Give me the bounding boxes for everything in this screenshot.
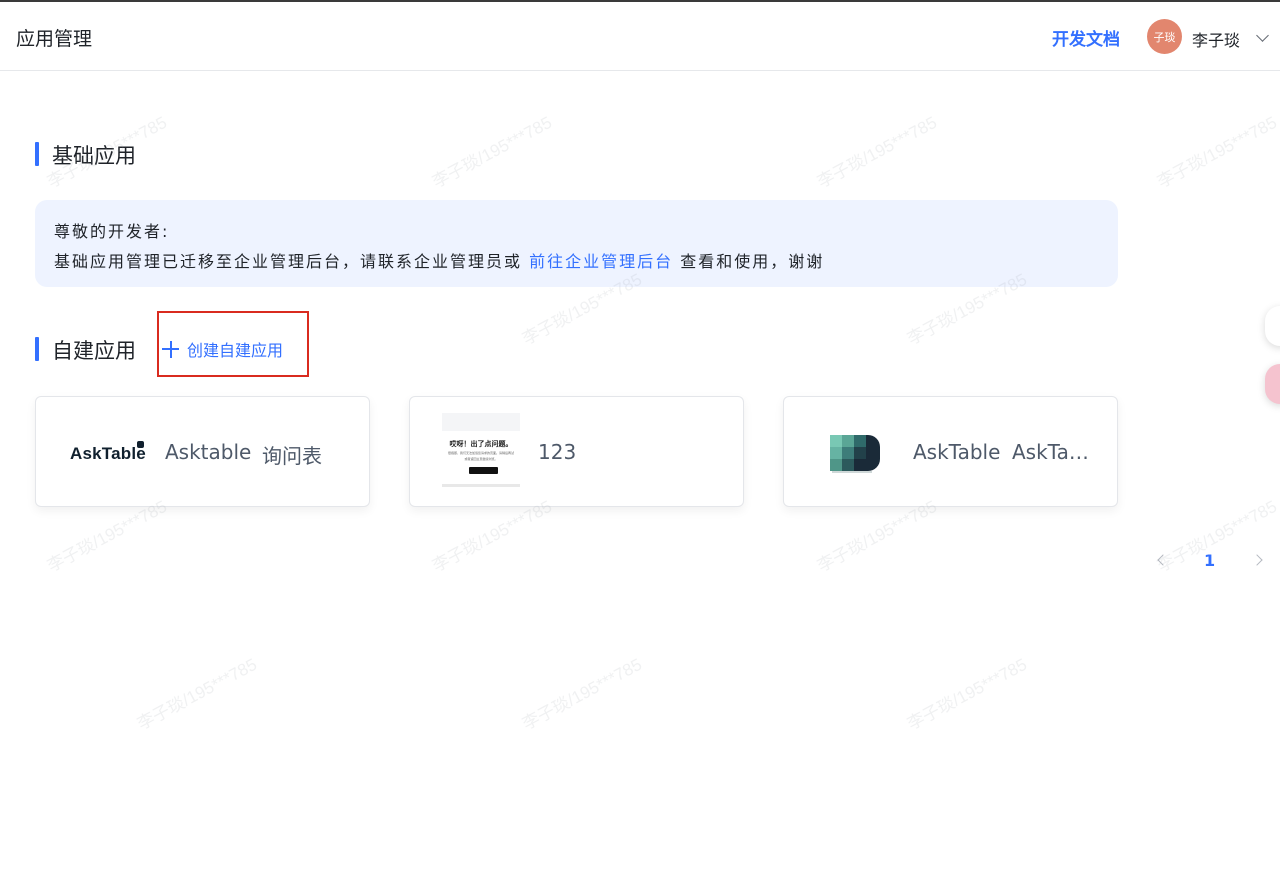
pagination-page-current[interactable]: 1 — [1204, 551, 1215, 570]
app-description: 询问表 — [262, 444, 322, 468]
watermark: 李子琰/195***785 — [904, 654, 1030, 734]
watermark: 李子琰/195***785 — [429, 112, 555, 192]
chevron-down-icon[interactable] — [1256, 29, 1269, 42]
asktable-logo: AskTable — [70, 444, 146, 463]
thumbnail-header — [442, 413, 520, 431]
app-card-asktable-2[interactable]: AskTable AskTab... — [783, 396, 1118, 507]
notice-text-end: 查看和使用，谢谢 — [680, 252, 825, 271]
section-accent-bar — [35, 142, 39, 166]
app-name: Asktable — [165, 440, 252, 464]
floating-widget-icon[interactable] — [1265, 306, 1280, 346]
app-card-asktable[interactable]: AskTable Asktable 询问表 — [35, 396, 370, 507]
user-name[interactable]: 李子琰 — [1192, 27, 1240, 51]
plus-icon — [162, 340, 179, 358]
notice-text: 基础应用管理已迁移至企业管理后台，请联系企业管理员或 — [54, 252, 523, 271]
watermark: 李子琰/195***785 — [134, 654, 260, 734]
thumbnail-text: 很抱歉，我们无法加载您请求的页面。请稍后再试 — [447, 451, 514, 455]
page-title: 应用管理 — [16, 28, 93, 50]
dev-docs-link[interactable]: 开发文档 — [1052, 25, 1120, 50]
app-name: 123 — [538, 440, 577, 464]
enterprise-admin-link[interactable]: 前往企业管理后台 — [529, 252, 673, 271]
notice-greeting: 尊敬的开发者: — [54, 222, 170, 241]
thumbnail-text: 或者返回主页继续浏览。 — [464, 457, 498, 461]
asktable-cube-logo — [830, 435, 880, 473]
watermark: 李子琰/195***785 — [1154, 496, 1280, 576]
pagination-prev-icon[interactable] — [1157, 554, 1169, 566]
app-thumbnail: 哎呀！出了点问题。 很抱歉，我们无法加载您请求的页面。请稍后再试 或者返回主页继… — [442, 413, 520, 487]
pagination-next-icon[interactable] — [1251, 554, 1263, 566]
watermark: 李子琰/195***785 — [519, 654, 645, 734]
floating-assistant-icon[interactable] — [1265, 364, 1280, 404]
section-accent-bar — [35, 337, 39, 361]
migration-notice: 尊敬的开发者: 基础应用管理已迁移至企业管理后台，请联系企业管理员或 前往企业管… — [35, 200, 1118, 287]
asktable-logo-mark — [137, 441, 144, 448]
watermark: 李子琰/195***785 — [1154, 112, 1280, 192]
app-description: AskTab... — [1012, 440, 1098, 464]
notice-body: 基础应用管理已迁移至企业管理后台，请联系企业管理员或 前往企业管理后台 查看和使… — [54, 248, 824, 272]
thumbnail-footer — [442, 484, 520, 487]
app-card-123[interactable]: 哎呀！出了点问题。 很抱歉，我们无法加载您请求的页面。请稍后再试 或者返回主页继… — [409, 396, 744, 507]
thumbnail-button — [469, 467, 498, 474]
thumbnail-title: 哎呀！出了点问题。 — [449, 440, 513, 448]
top-bar: 应用管理 开发文档 子琰 李子琰 — [0, 0, 1280, 71]
section-title-custom-apps: 自建应用 — [52, 339, 136, 363]
create-custom-app-button[interactable]: 创建自建应用 — [162, 337, 283, 361]
watermark: 李子琰/195***785 — [814, 112, 940, 192]
avatar[interactable]: 子琰 — [1147, 19, 1182, 54]
section-title-basic-apps: 基础应用 — [52, 144, 136, 168]
create-custom-app-label: 创建自建应用 — [187, 341, 284, 360]
app-name: AskTable — [913, 440, 1001, 464]
